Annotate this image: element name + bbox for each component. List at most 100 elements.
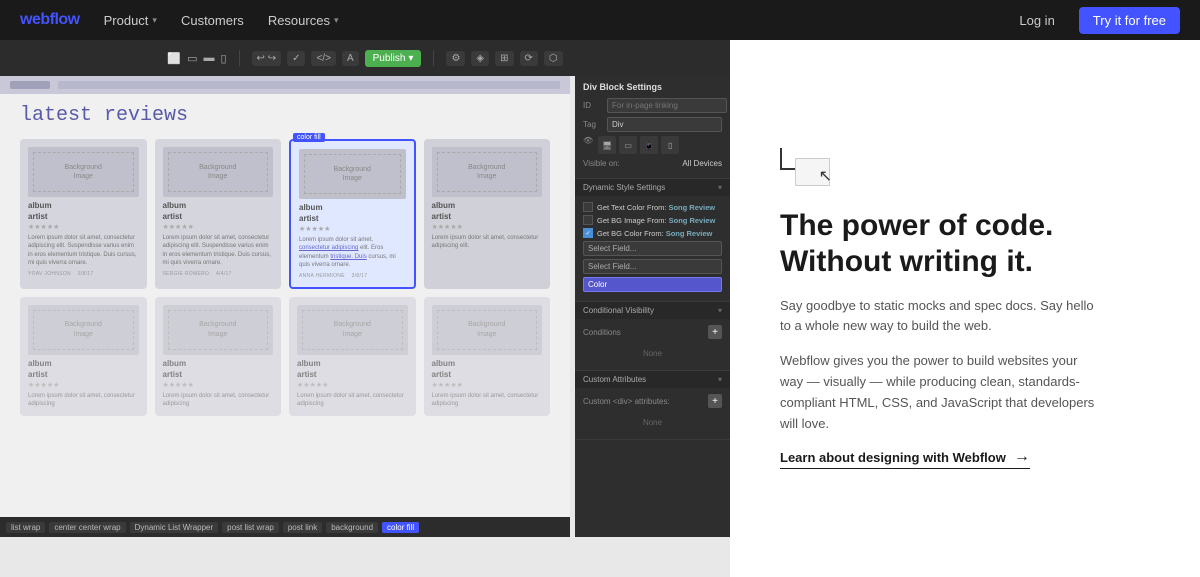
check-button[interactable]: ✓	[287, 51, 305, 66]
tag-center-wrap[interactable]: center center wrap	[49, 522, 125, 533]
visibility-icons: 👁 🖥 ▭ 📱 ▯	[583, 136, 722, 154]
card-link-2[interactable]: tristique. Duis	[330, 254, 366, 260]
card-author-1: YOAV JOHNSON 3/8/17	[28, 271, 139, 277]
tablet-icon[interactable]: ▭	[187, 52, 197, 65]
settings-button[interactable]: ⚙	[446, 51, 465, 66]
nav-item-product[interactable]: Product ▾	[104, 13, 157, 28]
field-select-wrap-1: Select Field...	[583, 241, 722, 259]
dynamic-source-2: Song Review	[669, 216, 716, 225]
style-button[interactable]: ◈	[471, 51, 489, 66]
tag-select[interactable]: Div	[607, 117, 722, 132]
dynamic-style-header[interactable]: Dynamic Style Settings ▾	[575, 179, 730, 196]
publish-button[interactable]: Publish ▾	[365, 50, 422, 67]
card-author-3: ANNA HERMIONE 3/8/17	[299, 273, 406, 279]
latest-reviews-title: latest reviews	[20, 104, 550, 127]
card-thumb-b4: BackgroundImage	[432, 305, 543, 355]
phone-vis-icon[interactable]: 📱	[640, 136, 658, 154]
conditional-title: Conditional Visibility	[583, 306, 654, 315]
card-stars-4: ★★★★★	[432, 223, 543, 231]
review-grid-bottom: BackgroundImage album artist ★★★★★ Lorem…	[20, 297, 550, 417]
conditions-label: Conditions	[583, 328, 621, 337]
nav-login-button[interactable]: Log in	[1019, 13, 1054, 28]
tag-post-list-wrap[interactable]: post list wrap	[222, 522, 279, 533]
canvas-area: latest reviews BackgroundImage album art…	[0, 76, 730, 537]
conditional-header[interactable]: Conditional Visibility ▾	[575, 302, 730, 319]
dynamic-text-2: Get BG Image From:	[597, 216, 667, 225]
arrow-right-icon: →	[1014, 448, 1030, 466]
text-button[interactable]: A	[342, 51, 359, 66]
right-toolbar-actions: ⚙ ◈ ⊞ ⟳ ⬡	[446, 51, 562, 66]
review-grid-top: BackgroundImage album artist ★★★★★ Lorem…	[20, 139, 550, 289]
nav-product-label: Product	[104, 13, 149, 28]
card-link-1[interactable]: consectetur adipiscing	[299, 245, 358, 251]
field-select-1[interactable]: Select Field...	[583, 241, 722, 256]
chevron-down-icon: ▾	[152, 15, 157, 26]
field-select-2[interactable]: Select Field...	[583, 259, 722, 274]
card-author-2: SERGIE ROMERO 4/4/17	[163, 271, 274, 277]
tag-post-link[interactable]: post link	[283, 522, 322, 533]
cursor-demo: ↖	[780, 148, 840, 188]
small-phone-vis-icon[interactable]: ▯	[661, 136, 679, 154]
nav-logo[interactable]: webflow	[20, 11, 80, 29]
tag-color-fill[interactable]: color fill	[382, 522, 419, 533]
review-card-4[interactable]: BackgroundImage album artist ★★★★★ Lorem…	[424, 139, 551, 289]
dynamic-source-3: Song Review	[666, 229, 713, 238]
dynamic-source-1: Song Review	[668, 203, 715, 212]
desktop-vis-icon[interactable]: 🖥	[598, 136, 616, 154]
tag-bar: list wrap center center wrap Dynamic Lis…	[0, 517, 570, 537]
custom-none-label: None	[583, 412, 722, 433]
cursor-line-v	[780, 148, 782, 168]
toolbar-separator	[239, 50, 240, 66]
nav-item-customers[interactable]: Customers	[181, 13, 244, 28]
add-condition-button[interactable]: +	[708, 325, 722, 339]
review-card-bottom-2: BackgroundImage album artist ★★★★★ Lorem…	[155, 297, 282, 417]
phone-portrait-icon[interactable]: ▯	[220, 52, 226, 65]
id-input[interactable]	[607, 98, 727, 113]
interact-button[interactable]: ⟳	[520, 51, 538, 66]
tag-background[interactable]: background	[326, 522, 378, 533]
visibility-label: Visible on:	[583, 159, 620, 168]
dynamic-checkbox-3[interactable]	[583, 228, 593, 238]
review-card-3-selected[interactable]: color fill BackgroundImage album artist …	[289, 139, 416, 289]
card-album-1: album	[28, 201, 139, 210]
desktop-icon[interactable]: ⬜	[167, 52, 181, 65]
phone-landscape-icon[interactable]: ▬	[203, 52, 214, 64]
editor-panel: ⬜ ▭ ▬ ▯ ↩ ↪ ✓ </> A Publish ▾ ⚙ ◈ ⊞	[0, 40, 730, 577]
undo-button[interactable]: ↩ ↪	[252, 51, 282, 66]
nav-item-resources[interactable]: Resources ▾	[268, 13, 339, 28]
custom-attrs-section: Custom <div> attributes: + None	[575, 388, 730, 440]
add-attr-button[interactable]: +	[708, 394, 722, 408]
dynamic-row-1: Get Text Color From: Song Review	[583, 202, 722, 212]
visibility-value: All Devices	[682, 159, 722, 168]
review-card-1[interactable]: BackgroundImage album artist ★★★★★ Lorem…	[20, 139, 147, 289]
review-card-bottom-3: BackgroundImage album artist ★★★★★ Lorem…	[289, 297, 416, 417]
card-thumb-3: BackgroundImage	[299, 149, 406, 199]
custom-attrs-header[interactable]: Custom Attributes ▾	[575, 371, 730, 388]
main-desc-2: Webflow gives you the power to build web…	[780, 351, 1100, 434]
custom-div-label: Custom <div> attributes:	[583, 397, 670, 406]
learn-link[interactable]: Learn about designing with Webflow →	[780, 448, 1030, 469]
card-text-4: Lorem ipsum dolor sit amet, consectetur …	[432, 234, 543, 251]
main-headline: The power of code.Without writing it.	[780, 208, 1150, 280]
tag-list-wrap[interactable]: list wrap	[6, 522, 45, 533]
review-card-2[interactable]: BackgroundImage album artist ★★★★★ Lorem…	[155, 139, 282, 289]
tablet-vis-icon[interactable]: ▭	[619, 136, 637, 154]
card-album-2: album	[163, 201, 274, 210]
site-preview: latest reviews BackgroundImage album art…	[0, 76, 570, 517]
layout-button[interactable]: ⊞	[495, 51, 513, 66]
card-thumb-4: BackgroundImage	[432, 147, 543, 197]
code-button[interactable]: </>	[311, 51, 335, 66]
learn-link-text: Learn about designing with Webflow	[780, 450, 1006, 465]
field-select-color[interactable]: Color	[583, 277, 722, 292]
review-card-bottom-4: BackgroundImage album artist ★★★★★ Lorem…	[424, 297, 551, 417]
card-thumb-1: BackgroundImage	[28, 147, 139, 197]
nav-customers-label: Customers	[181, 13, 244, 28]
tag-dynamic-wrapper[interactable]: Dynamic List Wrapper	[130, 522, 219, 533]
export-button[interactable]: ⬡	[544, 51, 563, 66]
field-select-wrap-3: Color	[583, 277, 722, 295]
dynamic-checkbox-2[interactable]	[583, 215, 593, 225]
nav-cta-button[interactable]: Try it for free	[1079, 7, 1180, 34]
main-layout: ⬜ ▭ ▬ ▯ ↩ ↪ ✓ </> A Publish ▾ ⚙ ◈ ⊞	[0, 40, 1200, 577]
dynamic-checkbox-1[interactable]	[583, 202, 593, 212]
dynamic-row-2: Get BG Image From: Song Review	[583, 215, 722, 225]
